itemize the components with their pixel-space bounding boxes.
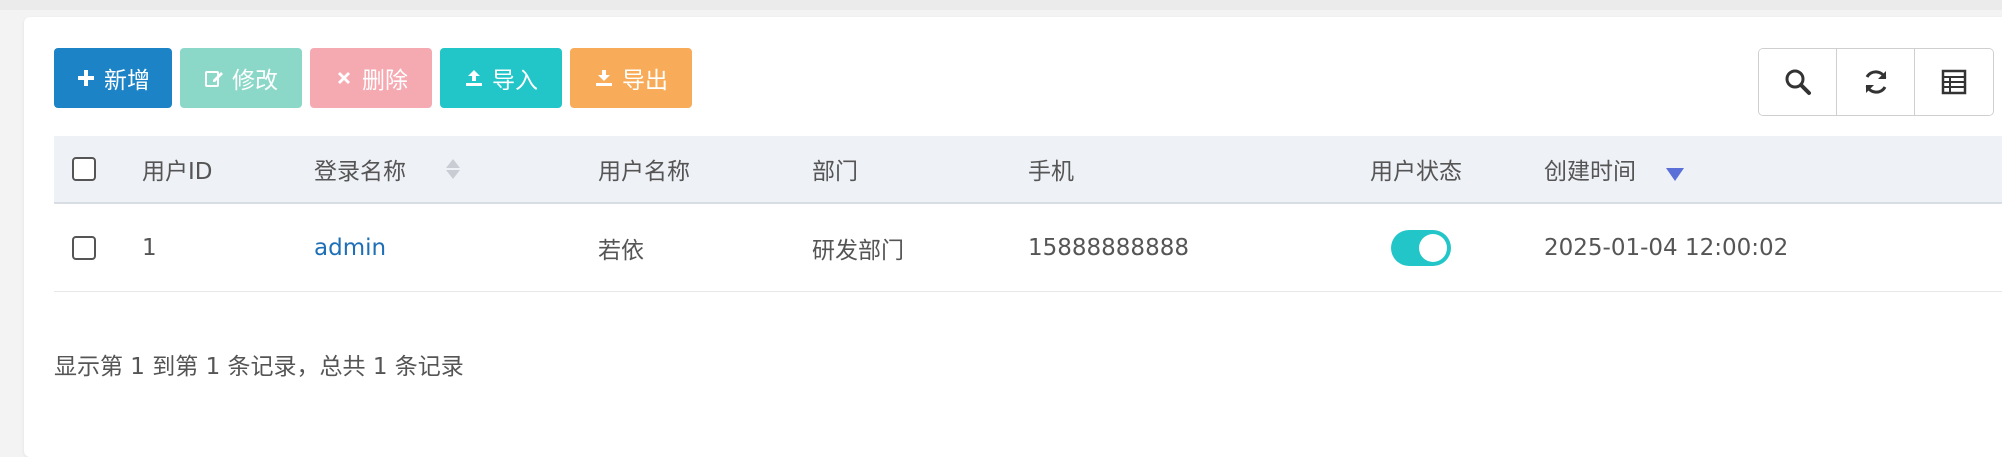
toggle-knob: [1419, 233, 1447, 262]
col-header-login-name[interactable]: 登录名称: [314, 152, 460, 186]
col-header-created[interactable]: 创建时间: [1544, 152, 1684, 186]
status-toggle[interactable]: [1391, 229, 1451, 266]
export-button-label: 导出: [622, 67, 668, 93]
download-icon: [596, 70, 612, 86]
col-header-phone[interactable]: 手机: [1028, 152, 1074, 186]
edit-button[interactable]: 修改: [180, 48, 302, 108]
refresh-icon: [1865, 70, 1886, 94]
table-tools: [1758, 48, 1994, 116]
pagination-info: 显示第 1 到第 1 条记录，总共 1 条记录: [54, 354, 464, 380]
col-header-created-label: 创建时间: [1544, 159, 1636, 185]
search-icon: [1785, 69, 1811, 95]
toolbar: 新增 修改 删除 导入 导出: [54, 48, 692, 108]
upload-icon: [466, 70, 482, 86]
col-header-user-id[interactable]: 用户ID: [142, 152, 213, 186]
cell-user-id: 1: [142, 234, 157, 261]
cell-login-name-link[interactable]: admin: [314, 235, 386, 261]
sort-desc-icon: [1666, 167, 1684, 181]
col-header-dept[interactable]: 部门: [812, 152, 858, 186]
add-button[interactable]: 新增: [54, 48, 172, 108]
add-button-label: 新增: [104, 67, 150, 93]
cell-dept: 研发部门: [812, 237, 904, 264]
user-table: 用户ID 登录名称 用户名称 部门 手机 用户状态 创建时间 1 admin 若…: [54, 136, 2002, 292]
table-row[interactable]: 1 admin 若依 研发部门 15888888888 2025-01-04 1…: [54, 204, 2002, 292]
col-header-login-name-label: 登录名称: [314, 159, 406, 185]
refresh-button[interactable]: [1837, 49, 1915, 115]
edit-button-label: 修改: [232, 67, 278, 93]
top-shade: [0, 0, 2002, 10]
edit-icon: [205, 71, 223, 87]
plus-icon: [78, 70, 94, 86]
select-all-checkbox[interactable]: [72, 157, 96, 181]
col-header-status[interactable]: 用户状态: [1370, 152, 1462, 186]
cell-phone: 15888888888: [1028, 234, 1189, 261]
import-button-label: 导入: [492, 67, 538, 93]
table-header: 用户ID 登录名称 用户名称 部门 手机 用户状态 创建时间: [54, 136, 2002, 204]
columns-icon: [1941, 69, 1967, 95]
row-checkbox[interactable]: [72, 235, 96, 260]
columns-button[interactable]: [1915, 49, 1993, 115]
search-toggle-button[interactable]: [1759, 49, 1837, 115]
export-button[interactable]: 导出: [570, 48, 692, 108]
delete-button-label: 删除: [362, 67, 408, 93]
cell-user-name: 若依: [598, 237, 644, 264]
remove-icon: [338, 72, 350, 84]
import-button[interactable]: 导入: [440, 48, 562, 108]
content-panel: 新增 修改 删除 导入 导出 用户ID 登录名称 用户名称 部门 手机 用户状态…: [24, 17, 2002, 457]
sort-both-icon: [446, 159, 460, 179]
col-header-user-name[interactable]: 用户名称: [598, 152, 690, 186]
cell-created: 2025-01-04 12:00:02: [1544, 234, 1789, 261]
delete-button[interactable]: 删除: [310, 48, 432, 108]
